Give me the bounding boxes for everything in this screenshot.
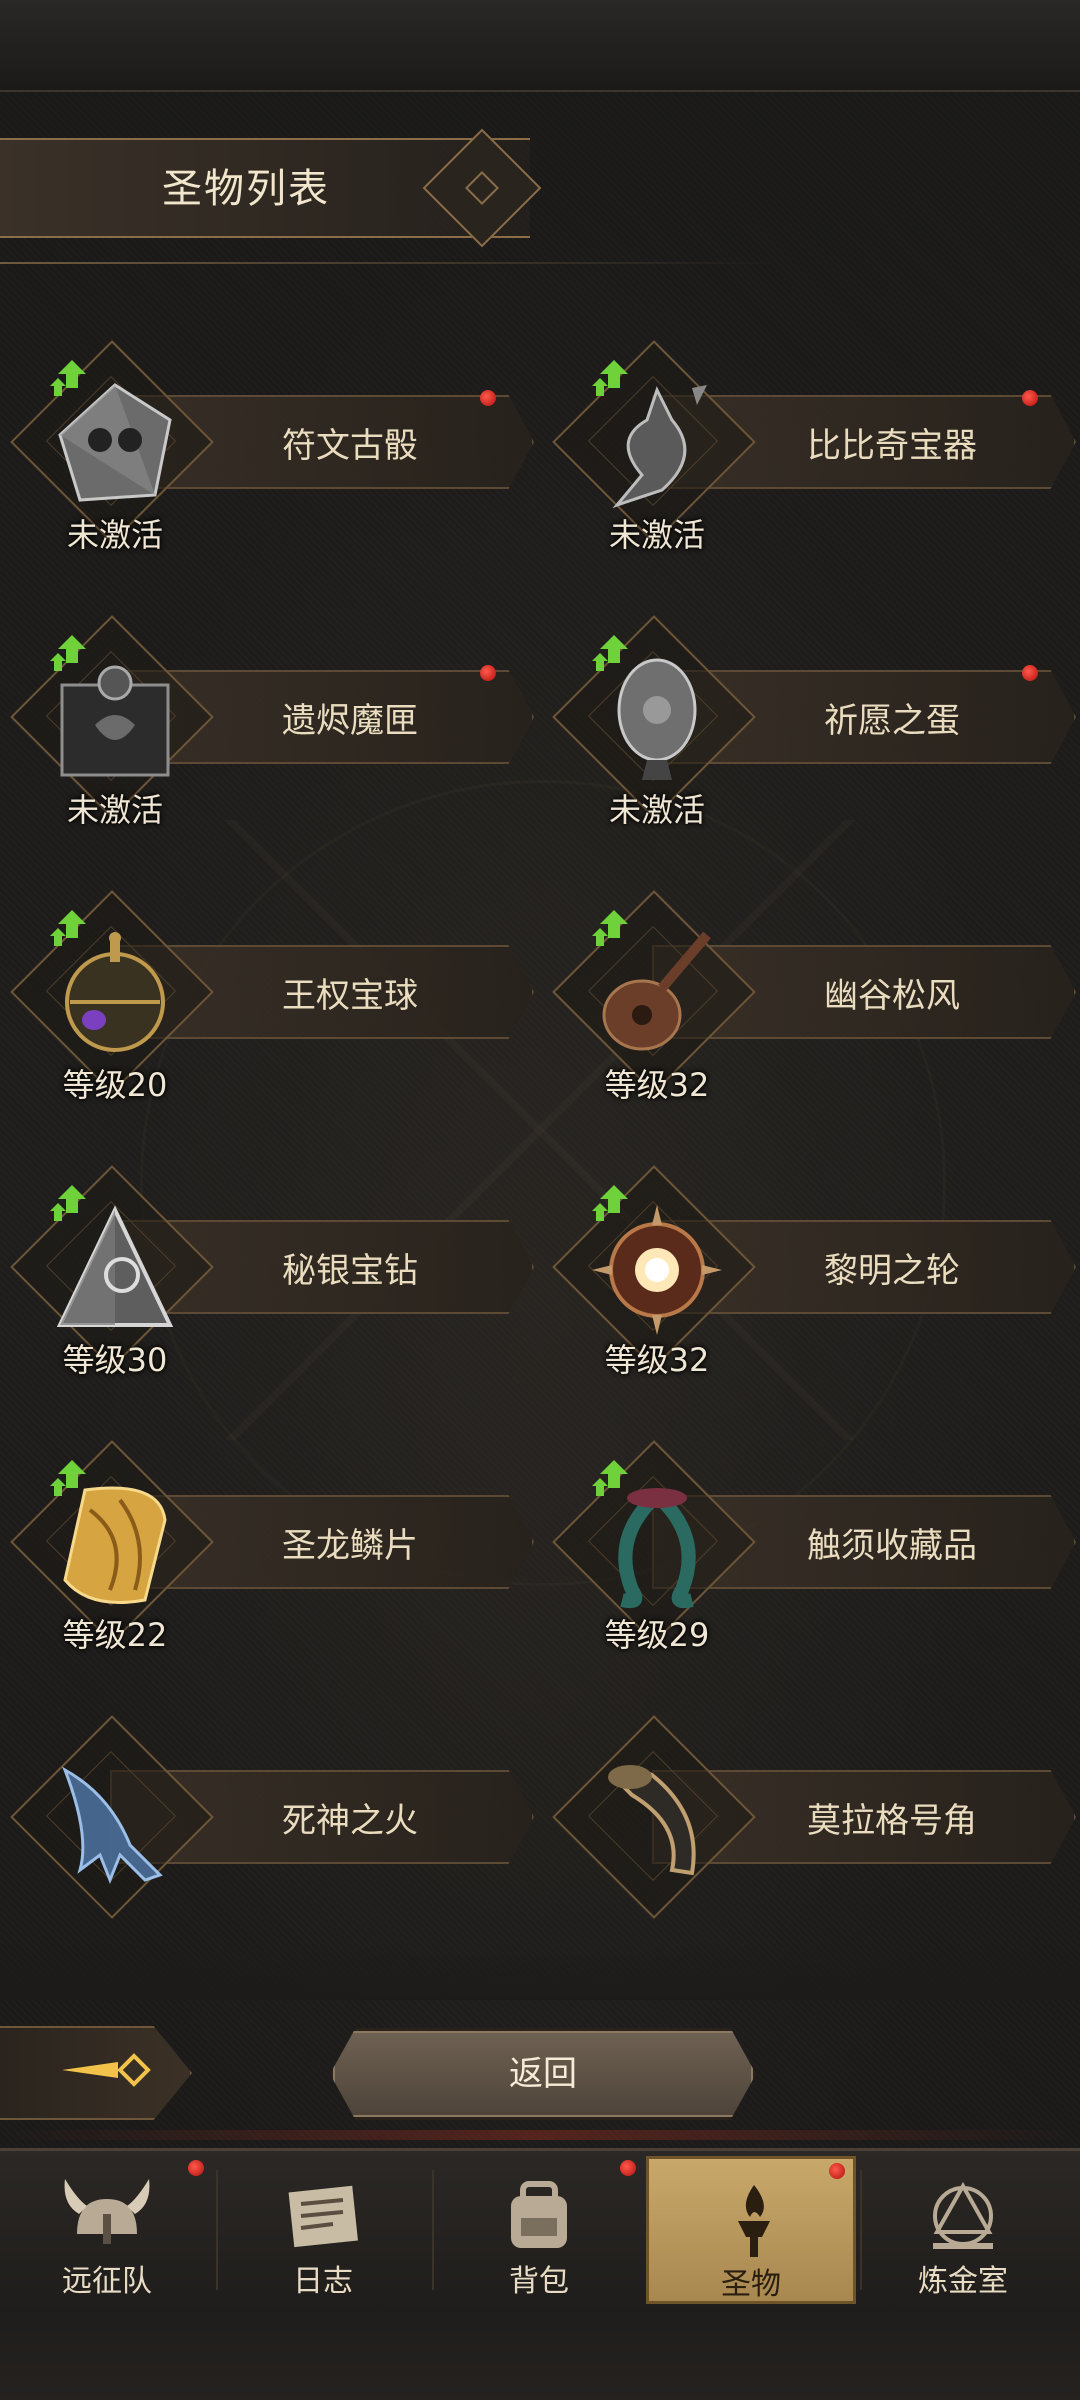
nav-tab-label: 远征队 bbox=[62, 2264, 152, 2299]
relic-name: 王权宝球 bbox=[282, 976, 418, 1016]
bottom-strip bbox=[0, 2308, 1080, 2400]
relic-item[interactable]: 王权宝球等级20 bbox=[10, 880, 540, 1104]
notification-dot bbox=[620, 2160, 636, 2176]
relic-name: 秘银宝钻 bbox=[282, 1251, 418, 1291]
upgrade-arrow-icon bbox=[592, 1460, 628, 1496]
nav-tab-label: 背包 bbox=[509, 2264, 569, 2299]
nav-tab-label: 圣物 bbox=[721, 2267, 781, 2302]
top-strip bbox=[0, 0, 1080, 92]
relic-name: 祈愿之蛋 bbox=[824, 701, 960, 741]
relic-item[interactable]: 黎明之轮等级32 bbox=[552, 1155, 1080, 1379]
backpack-icon bbox=[511, 2181, 567, 2248]
upgrade-arrow-icon bbox=[50, 635, 86, 671]
upgrade-arrow-icon bbox=[50, 360, 86, 396]
notification-dot bbox=[480, 390, 496, 406]
spectral-hand-icon[interactable] bbox=[50, 1755, 180, 1885]
relic-name: 莫拉格号角 bbox=[807, 1801, 977, 1841]
nav-tab[interactable]: 远征队 bbox=[2, 2156, 212, 2304]
relic-status: 等级22 bbox=[62, 1616, 168, 1654]
lute-icon[interactable] bbox=[592, 930, 722, 1060]
upgrade-arrow-icon bbox=[50, 1185, 86, 1221]
relic-name: 黎明之轮 bbox=[824, 1251, 960, 1291]
header-divider bbox=[0, 262, 780, 264]
list-fade bbox=[0, 1940, 1080, 2000]
relic-item[interactable]: 比比奇宝器未激活 bbox=[552, 330, 1080, 554]
relic-status: 等级30 bbox=[62, 1341, 168, 1379]
relic-name: 死神之火 bbox=[282, 1801, 418, 1841]
dawn-wheel-icon[interactable] bbox=[592, 1205, 722, 1335]
notification-dot bbox=[1022, 390, 1038, 406]
upgrade-arrow-icon bbox=[50, 1460, 86, 1496]
notification-dot bbox=[1022, 665, 1038, 681]
treasure-vessel-icon[interactable] bbox=[592, 380, 722, 510]
relic-name: 触须收藏品 bbox=[807, 1526, 977, 1566]
notification-dot bbox=[188, 2160, 204, 2176]
tentacle-icon[interactable] bbox=[592, 1480, 722, 1610]
relic-status: 未激活 bbox=[608, 791, 705, 829]
dragon-scale-icon[interactable] bbox=[50, 1480, 180, 1610]
nav-tab-label: 炼金室 bbox=[918, 2264, 1008, 2299]
relic-name: 遗烬魔匣 bbox=[282, 701, 418, 741]
relic-item[interactable]: 圣龙鳞片等级22 bbox=[10, 1430, 540, 1654]
relic-status: 未激活 bbox=[66, 516, 163, 554]
relic-status: 等级32 bbox=[604, 1066, 710, 1104]
nav-tab[interactable]: 日志 bbox=[218, 2156, 428, 2304]
notification-dot bbox=[480, 665, 496, 681]
mithril-pyramid-icon[interactable] bbox=[50, 1205, 180, 1335]
relic-item[interactable]: 遗烬魔匣未激活 bbox=[10, 605, 540, 829]
relic-item[interactable]: 祈愿之蛋未激活 bbox=[552, 605, 1080, 829]
nav-tab[interactable]: 背包 bbox=[434, 2156, 644, 2304]
wish-egg-icon[interactable] bbox=[592, 655, 722, 785]
upgrade-arrow-icon bbox=[592, 360, 628, 396]
upgrade-arrow-icon bbox=[592, 1185, 628, 1221]
nav-tab-label: 日志 bbox=[293, 2264, 353, 2299]
arrow-left-icon[interactable] bbox=[58, 2040, 158, 2100]
relic-item[interactable]: 死神之火 bbox=[10, 1705, 540, 1919]
scroll-icon bbox=[288, 2185, 358, 2248]
relic-name: 幽谷松风 bbox=[824, 976, 960, 1016]
nav-tab[interactable]: 圣物 bbox=[646, 2156, 856, 2304]
viking-helmet-icon bbox=[64, 2179, 150, 2244]
upgrade-arrow-icon bbox=[592, 910, 628, 946]
nav-tab[interactable]: 炼金室 bbox=[858, 2156, 1068, 2304]
relic-status: 等级20 bbox=[62, 1066, 168, 1104]
nav-ornament bbox=[0, 2130, 1080, 2140]
upgrade-arrow-icon bbox=[592, 635, 628, 671]
rune-dice-icon[interactable] bbox=[50, 380, 180, 510]
relic-status: 等级29 bbox=[604, 1616, 710, 1654]
relic-name: 圣龙鳞片 bbox=[282, 1526, 418, 1566]
back-button[interactable]: 返回 bbox=[330, 2028, 756, 2120]
demon-box-icon[interactable] bbox=[50, 655, 180, 785]
war-horn-icon[interactable] bbox=[592, 1755, 722, 1885]
relic-name: 符文古骰 bbox=[282, 426, 418, 466]
alchemy-icon bbox=[933, 2181, 993, 2249]
upgrade-arrow-icon bbox=[50, 910, 86, 946]
relic-status: 等级32 bbox=[604, 1341, 710, 1379]
relic-item[interactable]: 秘银宝钻等级30 bbox=[10, 1155, 540, 1379]
relic-item[interactable]: 触须收藏品等级29 bbox=[552, 1430, 1080, 1654]
torch-icon bbox=[738, 2185, 770, 2257]
relic-item[interactable]: 符文古骰未激活 bbox=[10, 330, 540, 554]
royal-orb-icon[interactable] bbox=[50, 930, 180, 1060]
relic-status: 未激活 bbox=[608, 516, 705, 554]
relic-name: 比比奇宝器 bbox=[807, 426, 977, 466]
relic-status: 未激活 bbox=[66, 791, 163, 829]
relic-item[interactable]: 莫拉格号角 bbox=[552, 1705, 1080, 1919]
page-title: 圣物列表 bbox=[162, 166, 330, 212]
notification-dot bbox=[829, 2163, 845, 2179]
relic-item[interactable]: 幽谷松风等级32 bbox=[552, 880, 1080, 1104]
